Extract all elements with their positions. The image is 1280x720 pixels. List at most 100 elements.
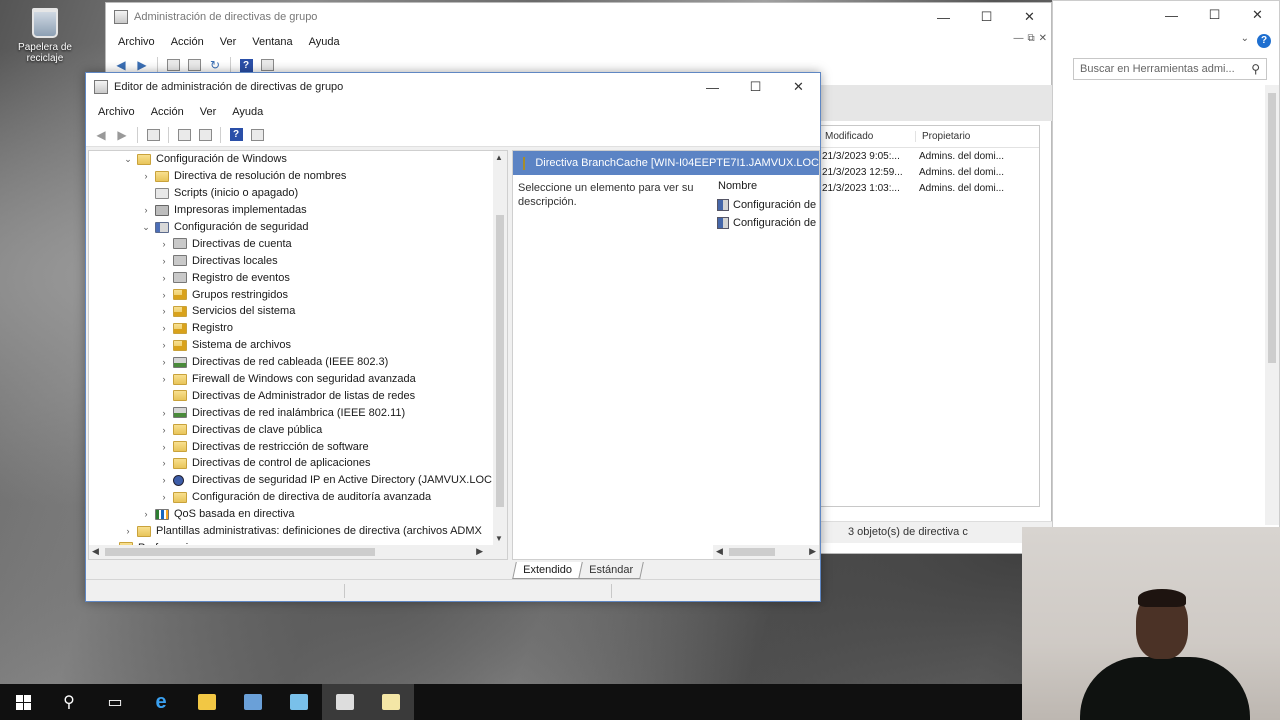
tree-item[interactable]: › Grupos restringidos [89,286,507,303]
tree-item[interactable]: Scripts (inicio o apagado) [89,185,507,202]
internet-explorer-icon[interactable]: e [138,684,184,720]
forward-icon[interactable]: ▶ [113,126,131,144]
scrollbar-thumb[interactable] [496,215,504,507]
tree-item[interactable]: Directivas de Administrador de listas de… [89,387,507,404]
chevron-down-icon[interactable]: ⌄ [1241,33,1249,44]
menu-ayuda[interactable]: Ayuda [224,106,271,118]
detail-horizontal-scrollbar[interactable]: ◀ ▶ [713,545,819,559]
search-icon[interactable]: ⚲ [1251,62,1260,76]
chevron-down-icon[interactable]: ⌄ [139,222,153,233]
notepad-icon[interactable] [368,684,414,720]
scroll-right-icon[interactable]: ▶ [809,546,816,557]
chevron-right-icon[interactable]: › [157,340,171,350]
scroll-left-icon[interactable]: ◀ [92,546,99,557]
maximize-icon[interactable]: ☐ [965,3,1008,31]
tree-horizontal-scrollbar[interactable]: ◀ ▶ [89,545,495,559]
tree-item[interactable]: › Registro de eventos [89,269,507,286]
scroll-up-icon[interactable]: ▲ [495,153,503,162]
chevron-right-icon[interactable]: › [139,205,153,215]
policy-tree[interactable]: ⌄ Configuración de Windows › Directiva de r… [88,150,508,560]
menu-ver[interactable]: Ver [212,36,245,48]
chevron-right-icon[interactable]: › [157,273,171,283]
chevron-down-icon[interactable]: ⌄ [121,154,135,165]
chevron-right-icon[interactable]: › [157,442,171,452]
scrollbar-thumb[interactable] [105,548,375,556]
vertical-scrollbar[interactable] [1265,85,1279,525]
close-icon[interactable]: ✕ [1236,1,1279,29]
menu-accion[interactable]: Acción [163,36,212,48]
windows-start-icon[interactable] [0,684,46,720]
help-icon[interactable]: ? [1257,34,1271,48]
gpo-editor-window[interactable]: Editor de administración de directivas d… [85,72,821,602]
tree-item[interactable]: › Firewall de Windows con seguridad avanz… [89,371,507,388]
scroll-left-icon[interactable]: ◀ [716,546,723,557]
tree-item[interactable]: › Configuración de directiva de auditoría… [89,489,507,506]
tree-item[interactable]: › Plantillas administrativas: definicione… [89,523,507,540]
chevron-right-icon[interactable]: › [157,256,171,266]
menu-archivo[interactable]: Archivo [110,36,163,48]
column-modified[interactable]: Modificado [819,131,915,142]
show-action-pane-icon[interactable] [248,126,266,144]
chevron-right-icon[interactable]: › [157,374,171,384]
scrollbar-thumb[interactable] [729,548,775,556]
chevron-right-icon[interactable]: › [139,509,153,519]
list-item[interactable]: Configuración de [717,199,816,211]
minimize-icon[interactable]: — [691,73,734,101]
help-icon[interactable]: ? [227,126,245,144]
table-row[interactable]: 21/3/2023 12:59... Admins. del domi... [819,164,1039,180]
menu-accion[interactable]: Acción [143,106,192,118]
menu-ventana[interactable]: Ventana [244,36,300,48]
chevron-right-icon[interactable]: › [157,306,171,316]
chevron-right-icon[interactable]: › [157,425,171,435]
minimize-icon[interactable]: — [922,3,965,31]
tree-item[interactable]: › Directivas de control de aplicaciones [89,455,507,472]
chevron-right-icon[interactable]: › [157,492,171,502]
chevron-right-icon[interactable]: › [121,526,135,536]
tree-item[interactable]: › Sistema de archivos [89,337,507,354]
close-icon[interactable]: ✕ [1008,3,1051,31]
tree-item[interactable]: › Servicios del sistema [89,303,507,320]
mdi-close-icon[interactable]: ✕ [1039,33,1047,44]
menu-ayuda[interactable]: Ayuda [301,36,348,48]
tree-item[interactable]: › QoS basada en directiva [89,506,507,523]
list-item[interactable]: Configuración de [717,217,816,229]
search-input[interactable]: Buscar en Herramientas admi... ⚲ [1073,58,1267,80]
gpmc-titlebar[interactable]: Administración de directivas de grupo — … [106,3,1051,31]
minimize-icon[interactable]: — [1150,1,1193,29]
recycle-bin-shortcut[interactable]: Papelera de reciclaje [10,6,80,64]
column-owner[interactable]: Propietario [915,131,1011,142]
tree-item[interactable]: › Directiva de resolución de nombres [89,168,507,185]
table-row[interactable]: 21/3/2023 1:03:... Admins. del domi... [819,180,1039,196]
search-icon[interactable]: ⚲ [46,684,92,720]
chevron-right-icon[interactable]: › [157,458,171,468]
chevron-right-icon[interactable]: › [157,408,171,418]
scroll-right-icon[interactable]: ▶ [476,546,483,557]
tab-estandar[interactable]: Estándar [578,562,644,579]
mdi-restore-icon[interactable]: ⧉ [1027,33,1034,44]
chevron-right-icon[interactable]: › [157,357,171,367]
task-view-icon[interactable]: ▭ [92,684,138,720]
show-tree-icon[interactable] [144,126,162,144]
column-name[interactable]: Nombre [718,180,757,192]
tree-vertical-scrollbar[interactable]: ▲ ▼ [493,151,507,559]
tree-item[interactable]: ⌄ Configuración de seguridad [89,219,507,236]
menu-ver[interactable]: Ver [192,106,225,118]
group-policy-icon[interactable] [322,684,368,720]
tree-item[interactable]: › Directivas de restricción de software [89,438,507,455]
tree-item[interactable]: › Directivas de red inalámbrica (IEEE 802… [89,404,507,421]
file-explorer-icon[interactable] [184,684,230,720]
tree-item[interactable]: › Registro [89,320,507,337]
chevron-right-icon[interactable]: › [157,290,171,300]
admin-tools-window[interactable]: — ☐ ✕ ⌄ ? Buscar en Herramientas admi...… [1052,0,1280,528]
tab-extendido[interactable]: Extendido [512,562,583,579]
close-icon[interactable]: ✕ [777,73,820,101]
maximize-icon[interactable]: ☐ [1193,1,1236,29]
chevron-right-icon[interactable]: › [139,171,153,181]
tree-item[interactable]: › Directivas locales [89,252,507,269]
table-row[interactable]: 21/3/2023 9:05:... Admins. del domi... [819,148,1039,164]
scroll-down-icon[interactable]: ▼ [495,534,503,543]
back-icon[interactable]: ◀ [92,126,110,144]
tree-item[interactable]: › Directivas de red cableada (IEEE 802.3) [89,354,507,371]
tree-item[interactable]: ⌄ Configuración de Windows [89,151,507,168]
scrollbar-thumb[interactable] [1268,93,1276,363]
